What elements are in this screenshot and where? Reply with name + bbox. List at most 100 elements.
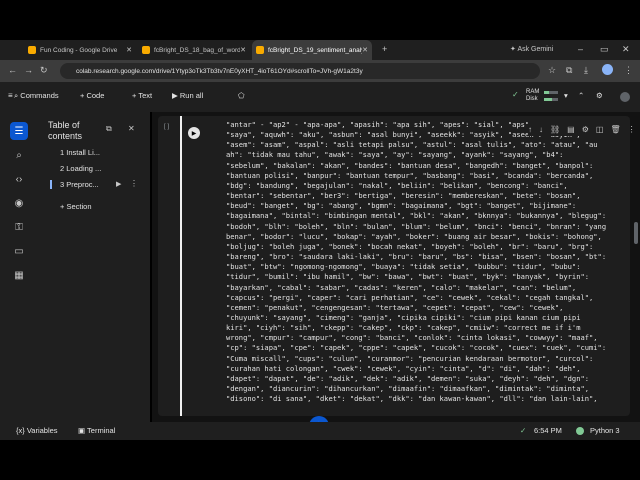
hamburger-menu-icon[interactable]: ≡ [8,91,13,100]
runtime-type[interactable]: Python 3 [590,426,620,435]
forward-icon[interactable]: → [24,65,33,75]
scrollbar[interactable] [634,222,638,244]
ram-usage-bar [544,91,558,94]
output-gutter [180,116,182,416]
find-replace-icon[interactable]: ⌕ [10,146,28,164]
chevron-down-icon[interactable]: ▾ [564,91,568,100]
output-line: benar", "bodor": "lucu", "bokap": "ayah"… [226,231,602,241]
close-tab-icon[interactable]: ✕ [240,46,246,54]
table-of-contents-panel: Table of contents ⧉ ✕ 1 Install Li... 2 … [38,112,150,422]
output-line: "disono": "di sana", "dket": "dekat", "d… [226,394,598,404]
delete-icon[interactable]: 🗑 [610,125,620,134]
add-section-button[interactable]: + Section [60,202,92,211]
variables-button[interactable]: {x} Variables [16,426,58,435]
profile-avatar[interactable] [602,64,613,75]
colab-favicon-icon [256,46,264,54]
maximize-window-icon[interactable]: ▭ [600,44,609,55]
status-bar: {x} Variables ▣ Terminal ✓ 6:54 PM Pytho… [0,422,640,440]
output-line: wrong", "cmpur": "campur", "cong": "banc… [226,333,598,343]
settings-gear-icon[interactable]: ⚙ [582,125,589,134]
connected-check-icon: ✓ [512,90,519,99]
terminal-icon: ▣ [78,426,88,435]
settings-gear-icon[interactable]: ⚙ [596,91,603,100]
link-icon[interactable]: ⛓ [550,125,560,134]
new-tab-button[interactable]: + [382,44,387,54]
colab-toolbar: ≡ ⌕ Commands + Code + Text ▶ Run all ⬠ ✓… [0,82,640,112]
code-icon: {x} [16,426,27,435]
close-panel-icon[interactable]: ✕ [128,124,135,133]
output-line: "bayarkan", "cabal": "sabar", "cadas": "… [226,282,577,292]
minimize-window-icon[interactable]: – [578,44,583,54]
terminal-label: Terminal [87,426,116,435]
url-field[interactable]: colab.research.google.com/drive/1Ytyp3oT… [60,63,540,79]
browser-tab-drive[interactable]: Fun Coding - Google Drive ✕ [24,40,136,60]
output-line: "bagaimana", "bintal": "bimbingan mental… [226,211,607,221]
comment-icon[interactable]: ▤ [567,125,575,134]
commands-button[interactable]: ⌕ Commands [14,91,59,101]
code-cell[interactable]: [ ] ▶ "antar" - "ap2" - "apa-apa", "apas… [158,116,636,416]
output-line: "bentar": "sebentar", "ber3": "bertiga",… [226,191,581,201]
data-table-icon[interactable]: ▦ [10,266,28,284]
secrets-key-icon[interactable]: ⚿ [10,218,28,236]
open-window-icon[interactable]: ⧉ [106,124,112,134]
resource-monitor[interactable]: RAM Disk [526,89,539,103]
move-down-icon[interactable]: ↓ [539,125,543,134]
mirror-cell-icon[interactable]: ◫ [596,125,604,134]
run-cell-button[interactable]: ▶ [188,127,200,139]
toc-item-install[interactable]: 1 Install Li... [60,148,100,157]
table-of-contents-icon[interactable]: ☰ [10,122,28,140]
toc-item-preprocessing[interactable]: 3 Preproc... [50,180,99,189]
colab-favicon-icon [142,46,150,54]
browser-tab-sentiment[interactable]: fcBright_DS_19_sentiment_analy ✕ [252,40,372,60]
browser-tab-bag-of-words[interactable]: fcBright_DS_18_bag_of_words.ip ✕ [138,40,250,60]
add-code-button[interactable]: + Code [80,91,104,100]
more-options-icon[interactable]: ⋮ [130,179,138,188]
downloads-icon[interactable]: ⤓ [584,65,588,76]
run-section-icon[interactable]: ▶ [116,180,121,188]
collapse-icon[interactable]: ⌃ [578,91,584,100]
output-line: "capcus": "pergi", "caper": "cari perhat… [226,292,594,302]
reload-icon[interactable]: ↻ [40,65,48,76]
output-line: "asem": "asam", "aspal": "asli tetapi pa… [226,140,598,150]
toc-item-label: 3 Preproc... [60,180,99,189]
close-window-icon[interactable]: ✕ [622,44,630,55]
add-text-button[interactable]: + Text [132,91,152,100]
ram-usage-fill [544,91,549,94]
toc-title: Table of contents [48,120,83,141]
variables-inspector-icon[interactable]: ◉ [10,194,28,212]
output-line: "sebelum", "bakalan": "akan", "bandes": … [226,160,594,170]
bookmark-star-icon[interactable]: ☆ [548,65,556,76]
toc-item-loading[interactable]: 2 Loading ... [60,164,101,173]
last-run-time[interactable]: 6:54 PM [534,426,562,435]
status-check-icon: ✓ [520,426,527,435]
code-snippets-icon[interactable]: ‹› [10,170,28,188]
run-all-button[interactable]: ▶ Run all [172,91,203,100]
drive-sync-icon[interactable]: ⬠ [238,91,245,100]
variables-label: Variables [26,426,58,435]
output-line: "beud": "banget", "bg": "abang", "bgmn":… [226,201,577,211]
disk-usage-bar [544,98,558,101]
browser-address-bar: ← → ↻ colab.research.google.com/drive/1Y… [0,60,640,82]
tab-label: fcBright_DS_19_sentiment_analy [268,46,363,54]
output-line: ah": "tidak mau tahu", "awak": "saya", "… [226,150,564,160]
output-line: "chuyunk": "sayang", "cimeng": "ganja", … [226,312,581,322]
more-options-icon[interactable]: ⋮ [628,125,636,134]
extensions-icon[interactable]: ⧉ [566,65,572,76]
ask-gemini-button[interactable]: ✦ Ask Gemini [510,45,553,53]
browser-menu-icon[interactable]: ⋮ [624,65,633,76]
move-up-icon[interactable]: ↑ [528,125,532,134]
add-section-label: Section [66,202,92,211]
close-tab-icon[interactable]: ✕ [362,46,368,54]
files-folder-icon[interactable]: ▭ [10,242,28,260]
output-line: "bantuan polisi", "banpur": "bantuan tem… [226,170,594,180]
tab-label: fcBright_DS_18_bag_of_words.ip [154,46,241,54]
account-avatar[interactable] [620,92,630,102]
terminal-button[interactable]: ▣ Terminal [78,426,115,435]
cell-execution-count: [ ] [164,124,170,130]
output-line: "curahan hati colongan", "cwek": "cewek"… [226,363,581,373]
back-icon[interactable]: ← [8,65,17,75]
play-icon: ▶ [172,91,180,100]
ask-gemini-label: Ask Gemini [517,46,554,53]
output-line: "bdg": "bandung", "begajulan": "nakal", … [226,180,568,190]
close-tab-icon[interactable]: ✕ [126,46,132,54]
